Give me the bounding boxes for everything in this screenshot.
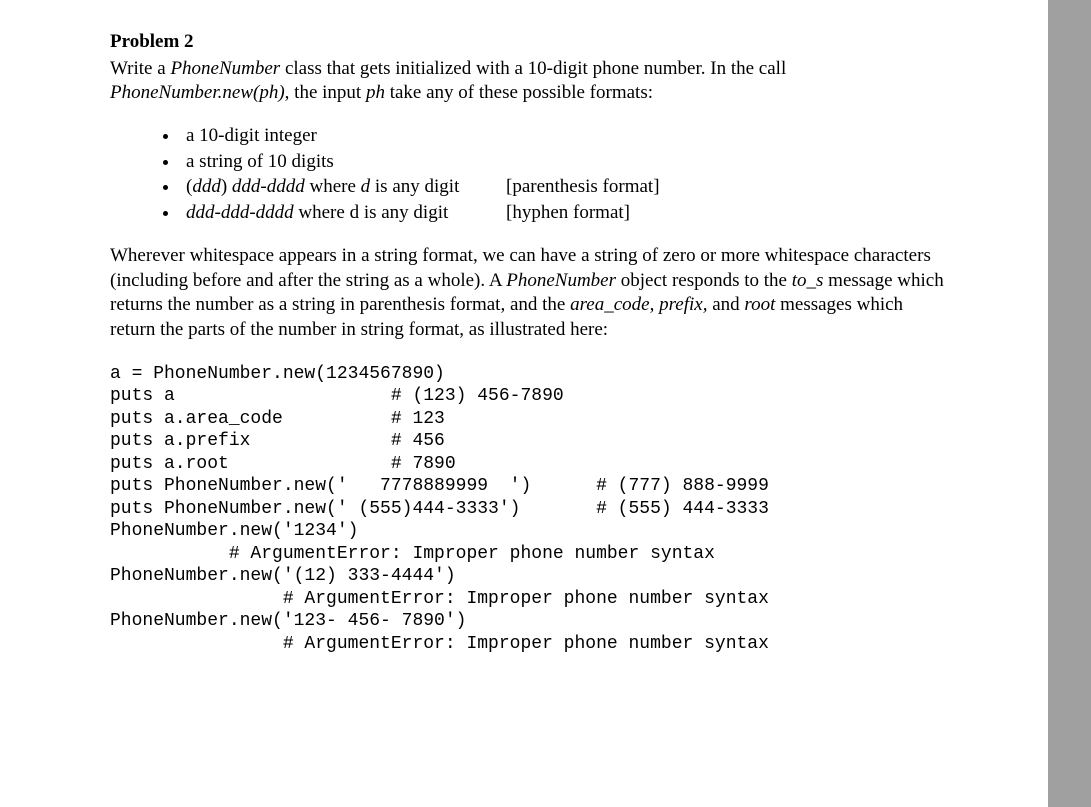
page-content: Problem 2 Write a PhoneNumber class that… [0,0,1048,695]
code-example: a = PhoneNumber.new(1234567890) puts a #… [110,363,948,656]
text: a string of 10 digits [186,151,334,172]
digit-placeholder: ddd [192,176,221,197]
text: Write a [110,58,170,79]
text: ) [221,176,232,197]
text: , the input [285,82,366,103]
intro-paragraph: Write a PhoneNumber class that gets init… [110,57,948,106]
text: object responds to the [616,270,792,291]
format-label: [hyphen format] [506,201,630,226]
text: take any of these possible formats: [385,82,653,103]
text: a 10-digit integer [186,125,317,146]
text: is any digit [370,176,459,197]
method-name: root [744,294,775,315]
class-name: PhoneNumber [170,58,280,79]
method-name: area_code, prefix, [570,294,707,315]
digit-placeholder: ddd-dddd [232,176,305,197]
call-expr: PhoneNumber.new(ph) [110,82,285,103]
class-name: PhoneNumber [506,270,616,291]
text: where d is any digit [294,202,449,223]
list-item: ddd-ddd-dddd where d is any digit [hyphe… [180,201,948,226]
page: Problem 2 Write a PhoneNumber class that… [0,0,1048,807]
explanation-paragraph: Wherever whitespace appears in a string … [110,244,948,343]
list-item: a 10-digit integer [180,124,948,149]
text: class that gets initialized with a 10-di… [280,58,786,79]
text: and [707,294,744,315]
digit-placeholder: ddd-ddd-dddd [186,202,294,223]
problem-heading: Problem 2 [110,30,948,55]
viewer-background [1048,0,1091,807]
list-item: a string of 10 digits [180,150,948,175]
param-name: ph [366,82,385,103]
method-name: to_s [792,270,824,291]
list-item: (ddd) ddd-dddd where d is any digit [par… [180,175,948,200]
digit-placeholder: d [361,176,371,197]
text: where [305,176,361,197]
format-label: [parenthesis format] [506,175,660,200]
format-list: a 10-digit integer a string of 10 digits… [180,124,948,226]
